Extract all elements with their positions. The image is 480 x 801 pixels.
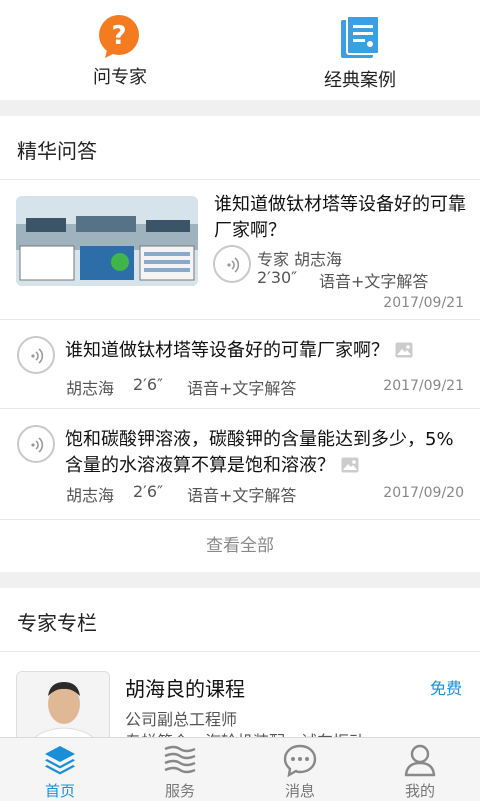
answer-type: 语音+文字解答	[187, 379, 297, 398]
layers-icon	[43, 743, 77, 781]
question-title[interactable]: 谁知道做钛材塔等设备好的可靠厂家啊？	[214, 192, 466, 244]
divider	[0, 651, 480, 652]
question-text: 谁知道做钛材塔等设备好的可靠厂家啊？	[65, 340, 389, 361]
document-icon	[337, 14, 383, 64]
image-icon	[341, 457, 359, 473]
voice-icon[interactable]	[17, 336, 55, 374]
list-item-question[interactable]: 饱和碳酸钾溶液，碳酸钾的含量能达到多少，5%含量的水溶液算不算是饱和溶液？	[65, 427, 470, 479]
duration: 2′6″	[133, 482, 163, 501]
price-badge: 免费	[429, 679, 462, 698]
bottom-tab-bar: 首页 服务 消息 我的	[0, 737, 480, 801]
answer-type: 语音+文字解答	[319, 272, 429, 291]
classic-cases-label: 经典案例	[324, 70, 396, 91]
image-icon	[395, 342, 413, 358]
expert-name: 胡志海	[294, 250, 343, 269]
voice-icon[interactable]	[213, 245, 251, 283]
voice-icon[interactable]	[17, 425, 55, 463]
expert-name: 胡志海	[66, 486, 115, 505]
question-bubble-icon: ?	[97, 14, 143, 64]
expert-prefix: 专家	[257, 250, 290, 269]
duration: 2′30″	[257, 268, 298, 287]
tab-home[interactable]: 首页	[0, 738, 120, 801]
svg-text:?: ?	[111, 21, 126, 51]
ask-expert-label: 问专家	[93, 67, 147, 88]
expert-name: 胡志海	[66, 379, 115, 398]
date: 2017/09/21	[383, 378, 464, 394]
list-item-question[interactable]: 谁知道做钛材塔等设备好的可靠厂家啊？	[65, 338, 465, 364]
person-icon	[402, 743, 438, 781]
section-title-column: 专家专栏	[17, 611, 97, 635]
course-title[interactable]: 胡海良的课程	[125, 673, 245, 702]
divider	[0, 319, 480, 320]
answer-type: 语音+文字解答	[187, 486, 297, 505]
tab-messages-label: 消息	[284, 782, 315, 800]
expert-role: 公司副总工程师	[125, 710, 238, 729]
top-actions: ? 问专家 经典案例	[0, 0, 480, 100]
chat-bubble-icon	[282, 743, 318, 781]
tab-home-label: 首页	[44, 782, 75, 800]
question-text: 饱和碳酸钾溶液，碳酸钾的含量能达到多少，5%含量的水溶液算不算是饱和溶液？	[65, 429, 454, 476]
date: 2017/09/20	[383, 485, 464, 501]
tab-services-label: 服务	[164, 782, 195, 800]
classic-cases-button[interactable]: 经典案例	[240, 0, 480, 100]
tab-profile-label: 我的	[404, 782, 435, 800]
tab-messages[interactable]: 消息	[240, 738, 360, 801]
duration: 2′6″	[133, 375, 163, 394]
question-thumbnail[interactable]	[16, 196, 198, 286]
divider	[0, 408, 480, 409]
see-all-button[interactable]: 查看全部	[0, 520, 480, 572]
date: 2017/09/21	[383, 295, 464, 311]
section-title-featured: 精华问答	[17, 139, 97, 163]
divider	[0, 179, 480, 180]
ask-expert-button[interactable]: ? 问专家	[0, 0, 240, 100]
tab-profile[interactable]: 我的	[360, 738, 480, 801]
waves-icon	[162, 743, 198, 781]
tab-services[interactable]: 服务	[120, 738, 240, 801]
